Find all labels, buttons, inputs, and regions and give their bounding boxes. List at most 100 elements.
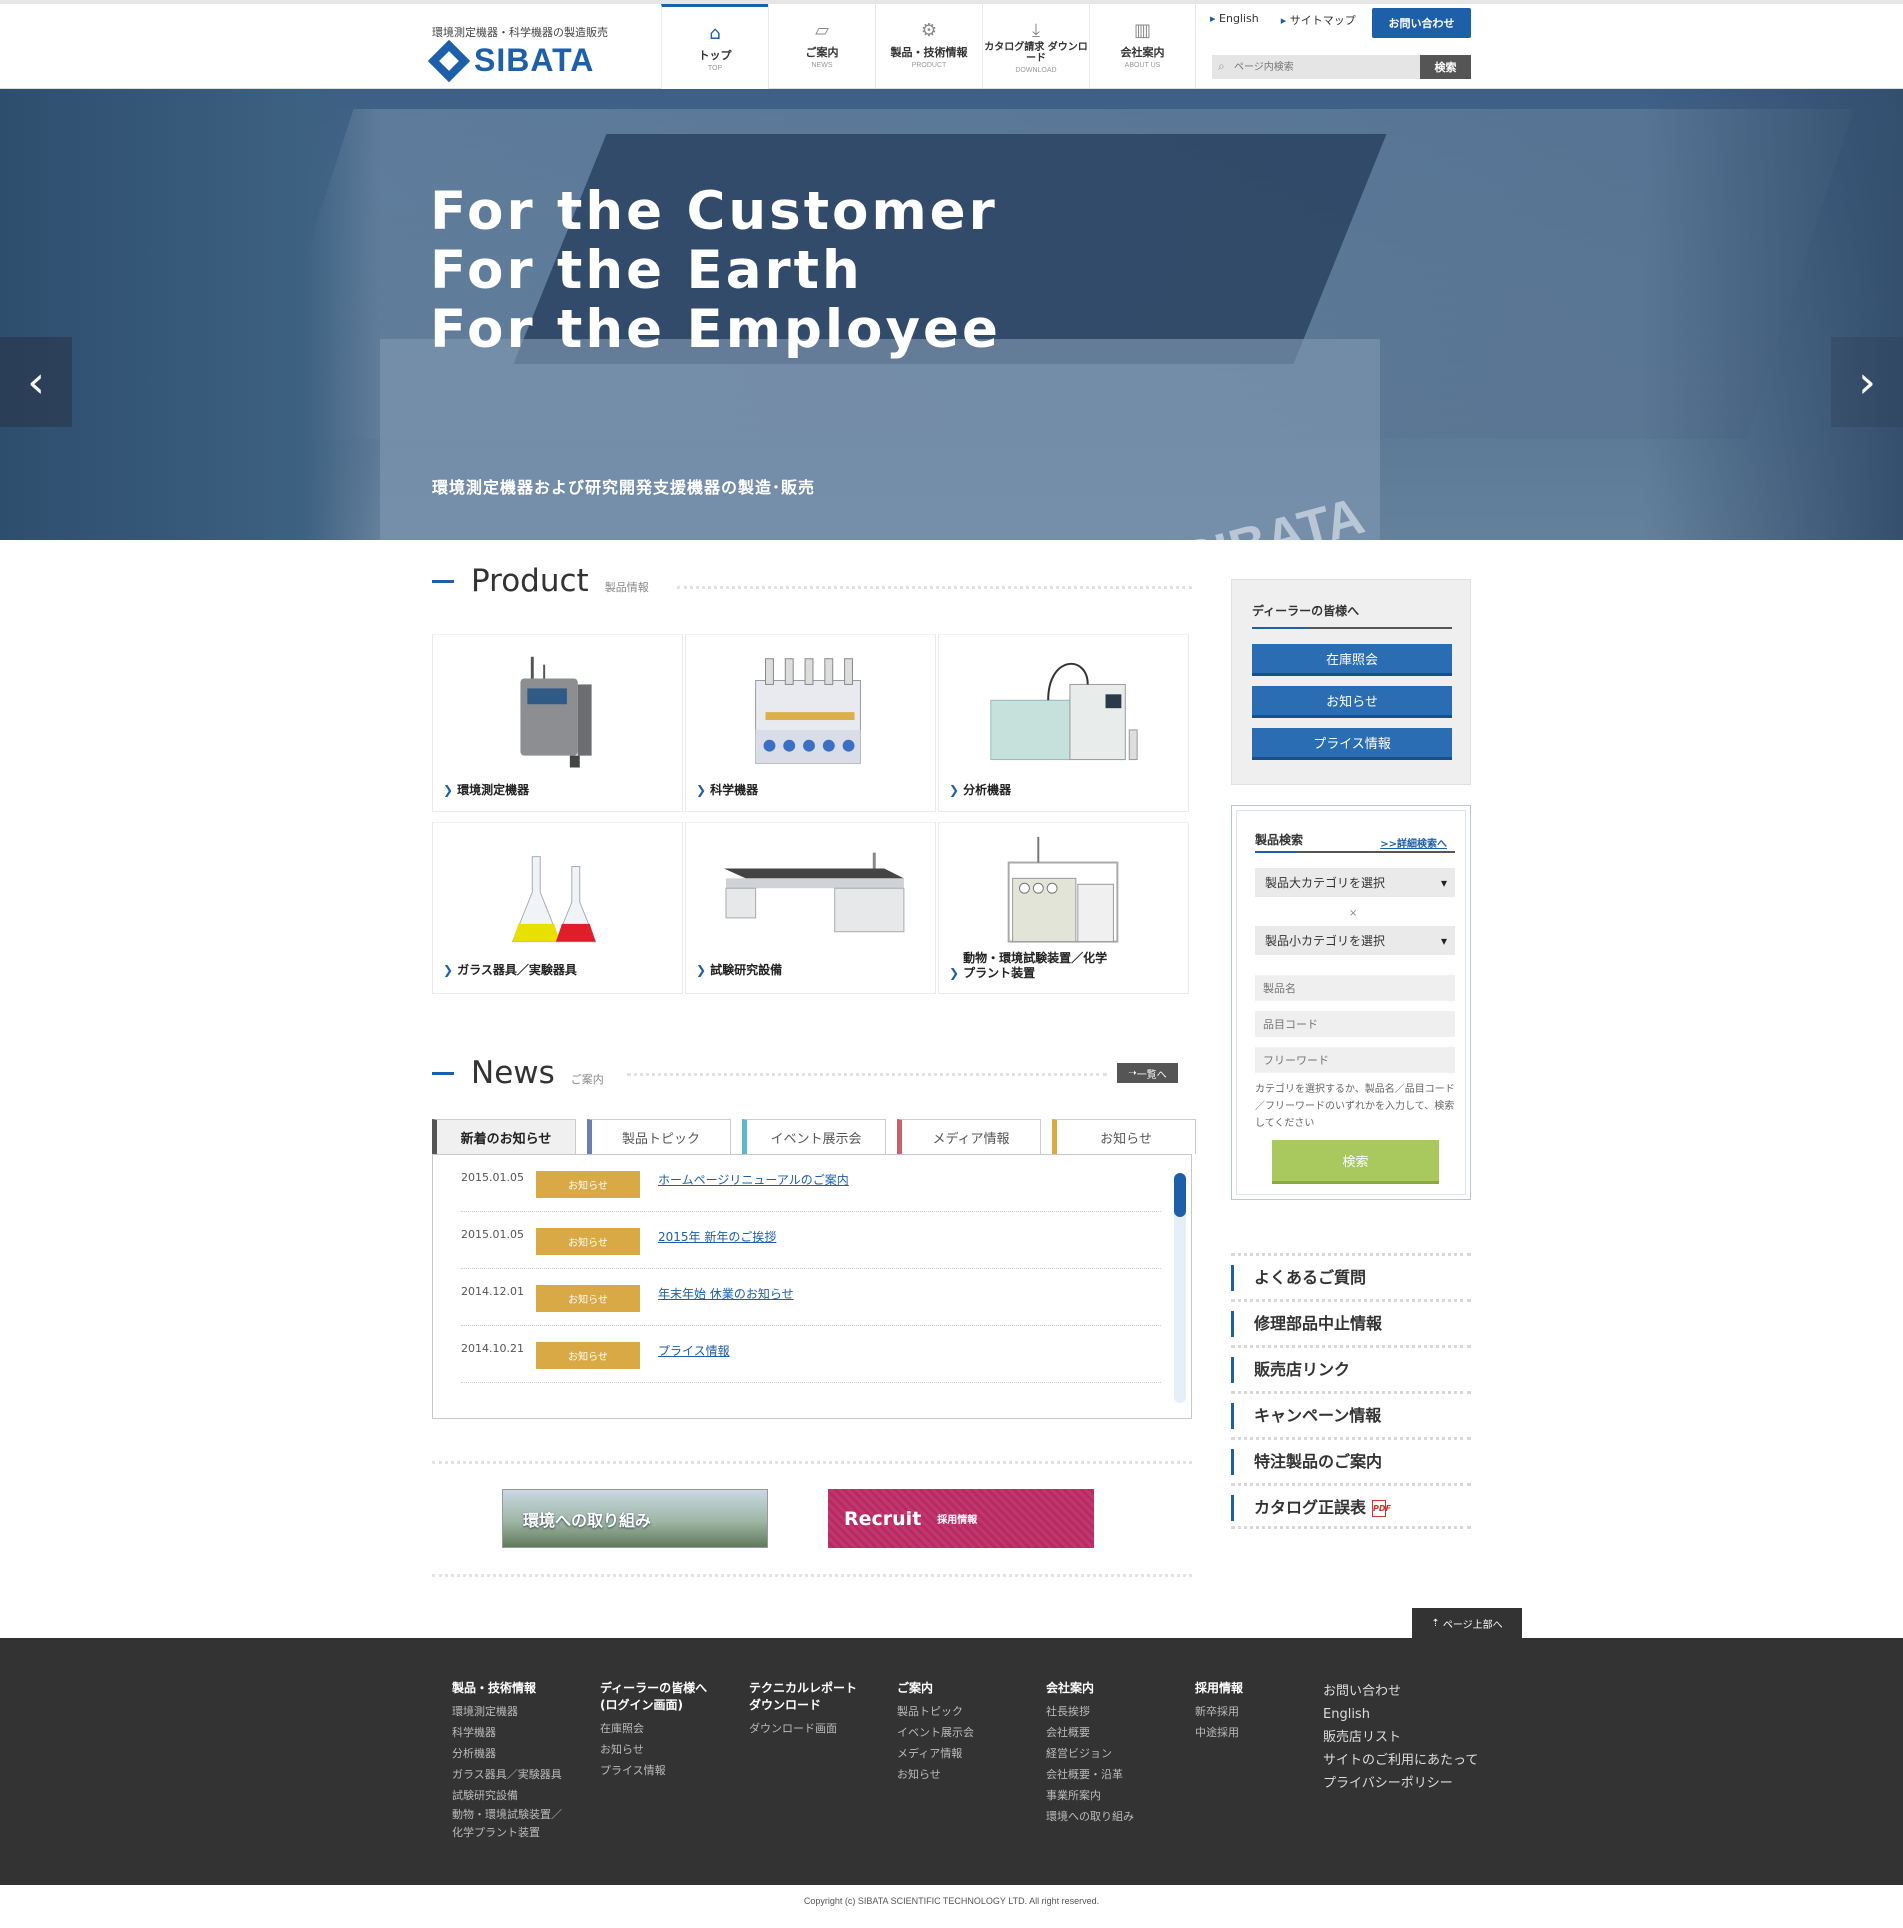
tab-latest[interactable]: 新着のお知らせ bbox=[432, 1119, 576, 1154]
footer-link[interactable]: 製品トピック bbox=[897, 1701, 974, 1722]
price-info-button[interactable]: プライス情報 bbox=[1252, 728, 1452, 760]
item-code-field[interactable] bbox=[1255, 1011, 1455, 1037]
news-title-link[interactable]: 年末年始 休業のお知らせ bbox=[658, 1285, 794, 1302]
news-item: 2015.01.05 お知らせ ホームページリニューアルのご案内 bbox=[461, 1155, 1161, 1212]
advanced-search-link[interactable]: >>詳細検索へ bbox=[1380, 835, 1447, 850]
product-card-lab-equipment[interactable]: ❯ 試験研究設備 bbox=[685, 822, 936, 994]
nav-about-sub: ABOUT US bbox=[1124, 62, 1161, 69]
footer-link[interactable]: 動物・環境試験装置／ bbox=[452, 1806, 562, 1824]
footer-link[interactable]: 化学プラント装置 bbox=[452, 1824, 562, 1842]
nav-news[interactable]: ▱ ご案内 NEWS bbox=[768, 4, 875, 89]
news-title-link[interactable]: 2015年 新年のご挨拶 bbox=[658, 1228, 776, 1245]
nav-product[interactable]: ⚙ 製品・技術情報 PRODUCT bbox=[875, 4, 982, 89]
dealer-news-button[interactable]: お知らせ bbox=[1252, 686, 1452, 718]
nav-top-label: トップ bbox=[698, 49, 732, 62]
footer-link[interactable]: English bbox=[1323, 1703, 1478, 1726]
product-card-environment[interactable]: ❯ 環境測定機器 bbox=[432, 634, 683, 812]
sidebar-link-custom-products[interactable]: 特注製品のご案内 bbox=[1231, 1437, 1471, 1483]
product-card-analysis[interactable]: ❯ 分析機器 bbox=[938, 634, 1189, 812]
product-name-field[interactable] bbox=[1255, 975, 1455, 1001]
category-large-select[interactable]: 製品大カテゴリを選択 bbox=[1255, 868, 1455, 897]
hero-slider: SIBATA For the Customer For the Earth Fo… bbox=[0, 89, 1903, 540]
footer-link[interactable]: 事業所案内 bbox=[1046, 1785, 1134, 1806]
page-top-button[interactable]: ⇡ ページ上部へ bbox=[1412, 1608, 1522, 1638]
footer-link[interactable]: 在庫照会 bbox=[600, 1718, 720, 1739]
footer-heading[interactable]: 採用情報 bbox=[1195, 1680, 1243, 1697]
tab-product-topic[interactable]: 製品トピック bbox=[587, 1119, 731, 1154]
product-card-science[interactable]: ❯ 科学機器 bbox=[685, 634, 936, 812]
news-scrollbar[interactable] bbox=[1174, 1173, 1186, 1403]
tab-media[interactable]: メディア情報 bbox=[897, 1119, 1041, 1154]
stock-inquiry-button[interactable]: 在庫照会 bbox=[1252, 644, 1452, 676]
product-card-label: ❯ 分析機器 bbox=[949, 783, 1012, 797]
footer-link[interactable]: 新卒採用 bbox=[1195, 1701, 1243, 1722]
footer-link[interactable]: お知らせ bbox=[600, 1739, 720, 1760]
footer-col-about: 会社案内 社長挨拶 会社概要 経営ビジョン 会社概要・沿革 事業所案内 環境への… bbox=[1046, 1680, 1134, 1827]
footer-link[interactable]: プライス情報 bbox=[600, 1760, 720, 1781]
product-search-button[interactable]: 検索 bbox=[1272, 1140, 1439, 1184]
download-icon: ⤓ bbox=[1032, 20, 1040, 41]
footer-link[interactable]: プライバシーポリシー bbox=[1323, 1772, 1478, 1795]
page-top-label: ページ上部へ bbox=[1442, 1619, 1503, 1631]
footer-link[interactable]: 社長挨拶 bbox=[1046, 1701, 1134, 1722]
footer-link[interactable]: 環境測定機器 bbox=[452, 1701, 562, 1722]
english-link[interactable]: English bbox=[1210, 12, 1259, 28]
recruit-banner[interactable]: Recruit 採用情報 bbox=[828, 1489, 1094, 1548]
hero-subtitle: 環境測定機器および研究開発支援機器の製造･販売 bbox=[432, 478, 816, 497]
footer-link[interactable]: メディア情報 bbox=[897, 1743, 974, 1764]
news-more-button[interactable]: ➝ 一覧へ bbox=[1117, 1063, 1178, 1083]
footer-link[interactable]: 環境への取り組み bbox=[1046, 1806, 1134, 1827]
slider-prev-arrow-icon[interactable]: ‹ bbox=[0, 337, 72, 427]
footer-heading[interactable]: 会社案内 bbox=[1046, 1680, 1134, 1697]
footer-link[interactable]: サイトのご利用にあたって bbox=[1323, 1749, 1478, 1772]
footer-link[interactable]: 中途採用 bbox=[1195, 1722, 1243, 1743]
nav-about[interactable]: ▥ 会社案内 ABOUT US bbox=[1089, 4, 1196, 89]
footer-heading[interactable]: ご案内 bbox=[897, 1680, 974, 1697]
product-section-title: Product 製品情報 bbox=[432, 563, 649, 599]
scroll-thumb[interactable] bbox=[1174, 1173, 1186, 1217]
footer-link[interactable]: お問い合わせ bbox=[1323, 1680, 1478, 1703]
footer-link[interactable]: 会社概要 bbox=[1046, 1722, 1134, 1743]
site-footer: 製品・技術情報 環境測定機器 科学機器 分析機器 ガラス器具／実験器具 試験研究… bbox=[0, 1638, 1903, 1885]
footer-heading[interactable]: 製品・技術情報 bbox=[452, 1680, 562, 1697]
footer-link[interactable]: 経営ビジョン bbox=[1046, 1743, 1134, 1764]
tab-events[interactable]: イベント展示会 bbox=[742, 1119, 886, 1154]
sidebar-link-catalog-errata[interactable]: カタログ正誤表 PDF bbox=[1231, 1483, 1471, 1529]
nav-top[interactable]: ⌂ トップ TOP bbox=[661, 4, 768, 89]
sidebar-link-label: 販売店リンク bbox=[1231, 1357, 1350, 1383]
search-button[interactable]: 検索 bbox=[1420, 55, 1471, 79]
tab-notices[interactable]: お知らせ bbox=[1052, 1119, 1196, 1154]
footer-link[interactable]: 会社概要・沿革 bbox=[1046, 1764, 1134, 1785]
environment-banner[interactable]: 環境への取り組み bbox=[502, 1489, 768, 1548]
product-card-plant[interactable]: ❯動物・環境試験装置／化学プラント装置 bbox=[938, 822, 1189, 994]
search-input[interactable] bbox=[1212, 55, 1420, 79]
product-card-glassware[interactable]: ❯ ガラス器具／実験器具 bbox=[432, 822, 683, 994]
contact-button[interactable]: お問い合わせ bbox=[1372, 8, 1471, 38]
product-search-inner: 製品検索 >>詳細検索へ 製品大カテゴリを選択 × 製品小カテゴリを選択 カテゴリ… bbox=[1236, 810, 1466, 1195]
sidebar-link-discontinued-parts[interactable]: 修理部品中止情報 bbox=[1231, 1299, 1471, 1345]
sidebar-link-campaign[interactable]: キャンペーン情報 bbox=[1231, 1391, 1471, 1437]
footer-link[interactable]: 販売店リスト bbox=[1323, 1726, 1478, 1749]
news-title-link[interactable]: プライス情報 bbox=[658, 1342, 730, 1359]
sidebar-link-faq[interactable]: よくあるご質問 bbox=[1231, 1253, 1471, 1299]
footer-link[interactable]: ダウンロード画面 bbox=[749, 1718, 869, 1739]
footer-heading[interactable]: テクニカルレポート ダウンロード bbox=[749, 1680, 869, 1714]
sidebar-link-dealers[interactable]: 販売店リンク bbox=[1231, 1345, 1471, 1391]
footer-link[interactable]: 分析機器 bbox=[452, 1743, 562, 1764]
freeword-field[interactable] bbox=[1255, 1047, 1455, 1073]
sitemap-link[interactable]: サイトマップ bbox=[1281, 12, 1356, 28]
nav-download[interactable]: ⤓ カタログ請求 ダウンロード DOWNLOAD bbox=[982, 4, 1089, 89]
footer-heading[interactable]: ディーラーの皆様へ (ログイン画面) bbox=[600, 1680, 720, 1714]
footer-link[interactable]: お知らせ bbox=[897, 1764, 974, 1785]
site-logo[interactable]: SIBATA bbox=[427, 39, 594, 82]
footer-link[interactable]: ガラス器具／実験器具 bbox=[452, 1764, 562, 1785]
chevron-right-icon: ❯ bbox=[949, 783, 960, 797]
hero-bg-building bbox=[380, 339, 1380, 540]
news-title-link[interactable]: ホームページリニューアルのご案内 bbox=[658, 1171, 849, 1188]
product-search-title-text: 製品検索 bbox=[1255, 833, 1304, 847]
footer-link[interactable]: 試験研究設備 bbox=[452, 1785, 562, 1806]
footer-link[interactable]: 科学機器 bbox=[452, 1722, 562, 1743]
slider-next-arrow-icon[interactable]: › bbox=[1831, 337, 1903, 427]
footer-link[interactable]: イベント展示会 bbox=[897, 1722, 974, 1743]
category-small-select[interactable]: 製品小カテゴリを選択 bbox=[1255, 926, 1455, 955]
